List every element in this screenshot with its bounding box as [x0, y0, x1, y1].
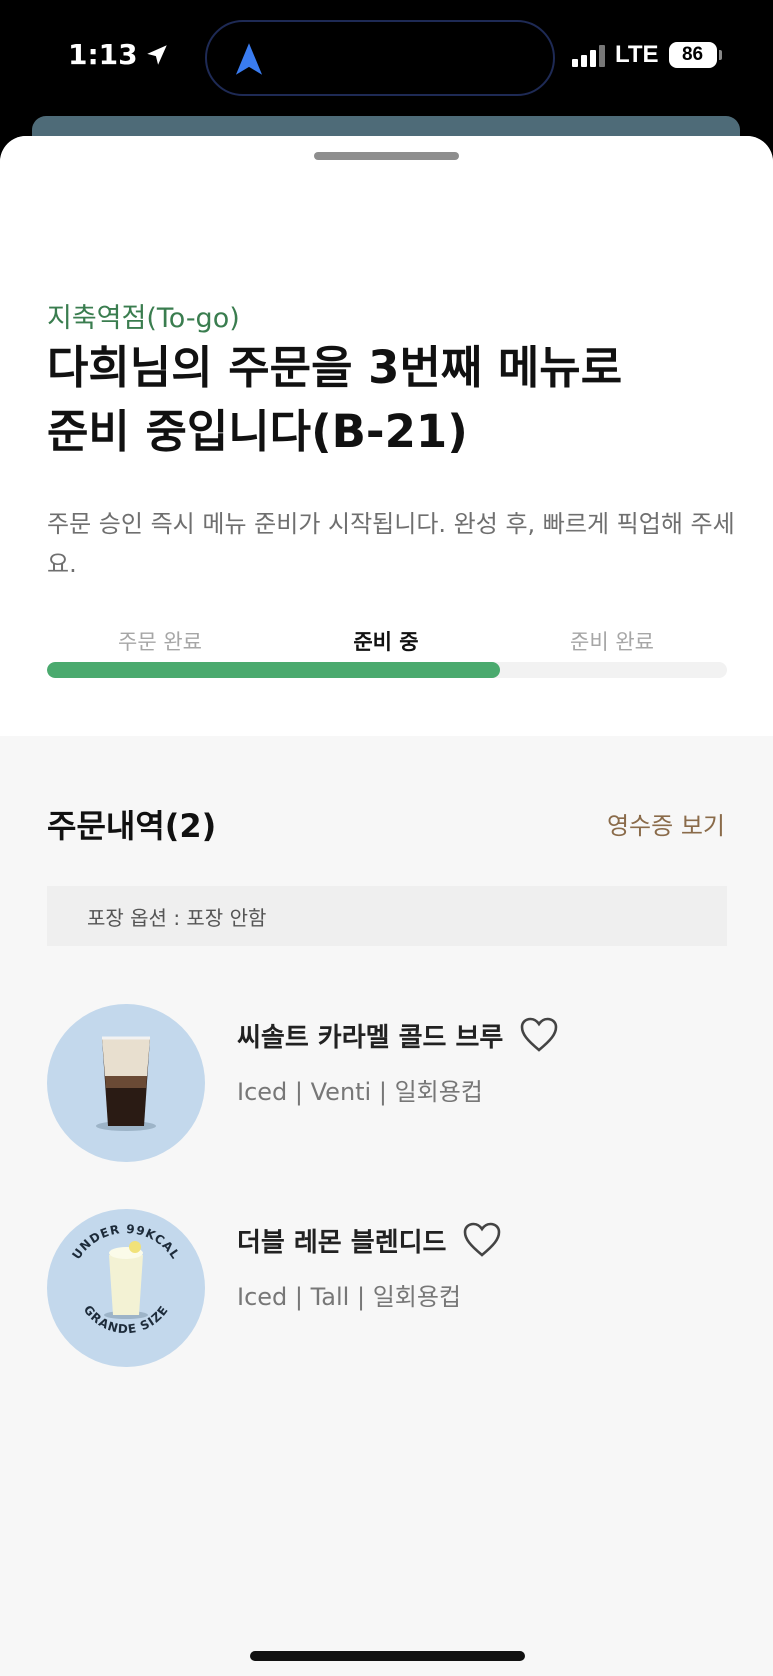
status-time: 1:13	[68, 38, 170, 71]
dynamic-island	[205, 20, 555, 96]
step-preparing: 준비 중	[353, 630, 419, 654]
item-image-lemon-blended: UNDER 99KCAL GRANDE SIZE	[47, 1209, 205, 1367]
progress-fill	[47, 662, 500, 678]
packaging-option: 포장 옵션 : 포장 안함	[47, 886, 727, 946]
item-options: Iced | Venti | 일회용컵	[237, 1078, 483, 1106]
favorite-heart-icon[interactable]	[519, 1016, 559, 1054]
order-description: 주문 승인 즉시 메뉴 준비가 시작됩니다. 완성 후, 빠르게 픽업해 주세요…	[47, 510, 735, 578]
order-headline: 다희님의 주문을 3번째 메뉴로 준비 중입니다(B-21)	[47, 336, 737, 464]
order-status-sheet: 지축역점(To-go) 다희님의 주문을 3번째 메뉴로 준비 중입니다(B-2…	[0, 136, 773, 1676]
item-options: Iced | Tall | 일회용컵	[237, 1283, 462, 1311]
progress-steps: 주문 완료 준비 중 준비 완료	[47, 626, 727, 656]
item-image-cold-brew	[47, 1004, 205, 1162]
item-name-row: 더블 레몬 블렌디드	[237, 1221, 502, 1259]
headline-line-1: 다희님의 주문을 3번째 메뉴로	[47, 341, 623, 394]
step-ordered: 주문 완료	[118, 630, 202, 654]
battery-level: 86	[668, 42, 717, 68]
step-ready: 준비 완료	[570, 630, 654, 654]
location-arrow-icon	[146, 44, 167, 65]
view-receipt-link[interactable]: 영수증 보기	[607, 806, 725, 841]
item-name: 씨솔트 카라멜 콜드 브루	[237, 1022, 504, 1053]
battery-icon: 86	[668, 42, 722, 68]
status-indicators: LTE 86	[572, 40, 722, 70]
favorite-heart-icon[interactable]	[462, 1221, 502, 1259]
lemon-blended-cup-icon: UNDER 99KCAL GRANDE SIZE	[69, 1222, 181, 1336]
item-name-row: 씨솔트 카라멜 콜드 브루	[237, 1016, 559, 1054]
store-name: 지축역점(To-go)	[47, 303, 240, 334]
order-item: 씨솔트 카라멜 콜드 브루 Iced | Venti | 일회용컵	[47, 1004, 727, 1164]
signal-bars-icon	[572, 43, 605, 67]
progress-bar	[47, 662, 727, 678]
clock-text: 1:13	[68, 38, 138, 71]
navigation-arrow-icon	[235, 43, 263, 75]
home-indicator[interactable]	[250, 1651, 525, 1661]
item-name: 더블 레몬 블렌디드	[237, 1227, 447, 1258]
order-item: UNDER 99KCAL GRANDE SIZE 더블 레몬 블렌디드 Iced…	[47, 1209, 727, 1369]
status-bar: 1:13 LTE 86	[0, 0, 773, 115]
order-status-panel: 지축역점(To-go) 다희님의 주문을 3번째 메뉴로 준비 중입니다(B-2…	[0, 136, 773, 736]
order-history-title: 주문내역(2)	[47, 807, 217, 845]
network-label: LTE	[615, 41, 659, 68]
screen: 1:13 LTE 86 지축역점(To-go) 다희님의 주문을 3번째 메뉴로…	[0, 0, 773, 1676]
sheet-grabber[interactable]	[314, 152, 459, 160]
cold-brew-cup-icon	[96, 1036, 156, 1131]
headline-line-2: 준비 중입니다(B-21)	[47, 405, 468, 458]
